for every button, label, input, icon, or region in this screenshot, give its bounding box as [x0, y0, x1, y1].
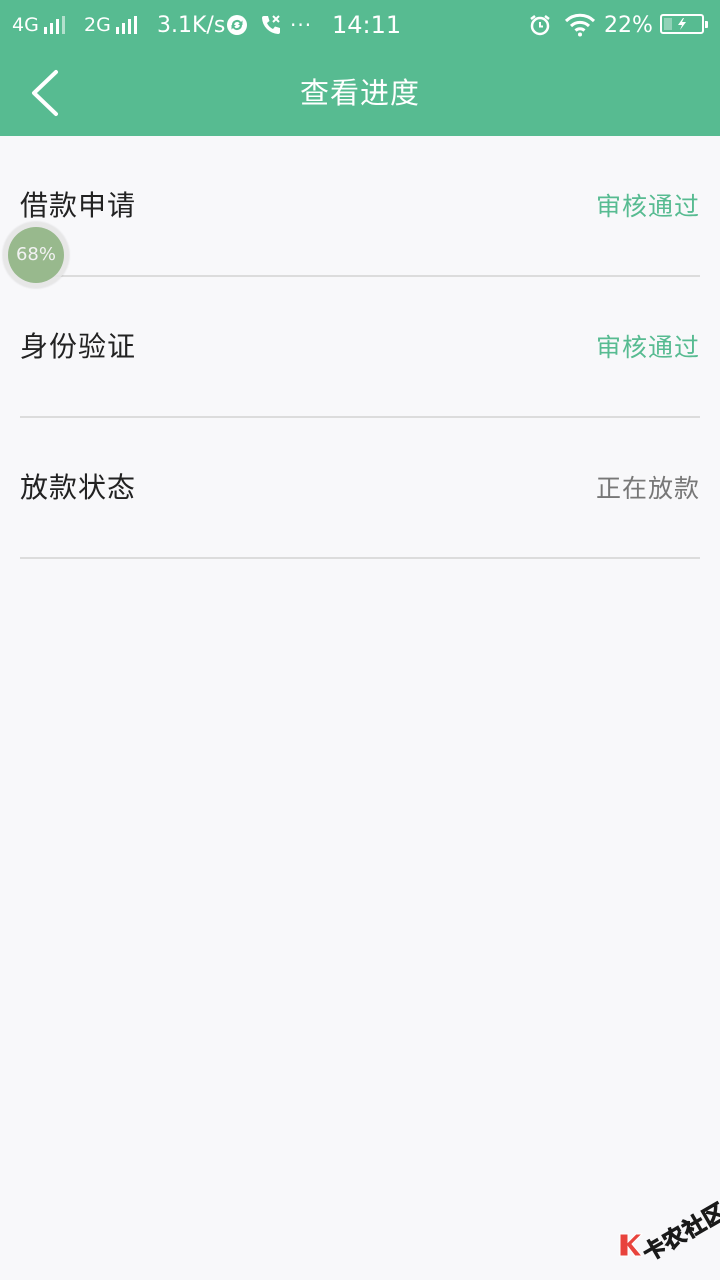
signal-2g-icon: [115, 16, 137, 34]
network-2g-label: 2G: [84, 14, 111, 36]
sync-icon: [226, 0, 248, 50]
battery-icon: [660, 14, 708, 34]
network-4g: 4G: [12, 0, 65, 50]
screen: 4G 2G 3.1K/s ··· 14:11 22% 查看进度 借款申请 审核通…: [0, 0, 720, 1280]
status-bar: 4G 2G 3.1K/s ··· 14:11 22%: [0, 0, 720, 50]
alarm-icon: [528, 0, 552, 50]
signal-4g-icon: [43, 16, 65, 34]
row-status: 审核通过: [595, 192, 700, 221]
net-speed: 3.1K/s: [157, 12, 226, 38]
floating-ball-percent: 68%: [15, 244, 56, 265]
row-label: 借款申请: [20, 189, 137, 222]
more-notifications-icon: ···: [290, 13, 313, 37]
watermark-logo: 卡农社区: [612, 1196, 720, 1267]
page-title: 查看进度: [299, 76, 420, 110]
call-icon: [259, 0, 283, 50]
network-4g-label: 4G: [12, 14, 39, 36]
floating-memory-ball[interactable]: 68%: [3, 222, 69, 288]
progress-row-loan-application[interactable]: 借款申请 审核通过: [20, 136, 700, 277]
progress-row-disbursement-status[interactable]: 放款状态 正在放款: [20, 418, 700, 559]
row-label: 身份验证: [20, 330, 137, 363]
watermark-text: 卡农社区: [639, 1199, 720, 1268]
wifi-icon: [564, 0, 596, 50]
row-label: 放款状态: [20, 471, 137, 504]
row-status: 正在放款: [595, 474, 700, 503]
row-status: 审核通过: [595, 333, 700, 362]
battery-percent: 22%: [604, 12, 653, 38]
clock: 14:11: [332, 11, 402, 39]
network-2g: 2G: [84, 0, 137, 50]
app-header: 查看进度: [0, 50, 720, 136]
progress-row-identity-verification[interactable]: 身份验证 审核通过: [20, 277, 700, 418]
progress-list: 借款申请 审核通过 身份验证 审核通过 放款状态 正在放款: [20, 136, 700, 559]
